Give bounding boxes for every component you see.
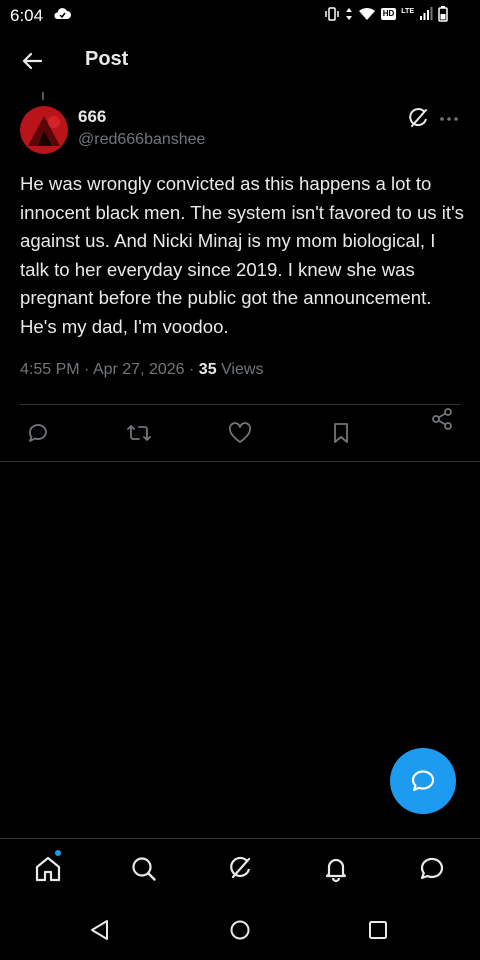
grok-button[interactable] xyxy=(405,106,431,132)
nav-home[interactable] xyxy=(32,850,64,885)
avatar[interactable] xyxy=(20,106,68,154)
square-recents-icon xyxy=(367,919,389,941)
chat-bubble-icon xyxy=(409,767,437,795)
bottom-nav xyxy=(0,838,480,901)
search-icon xyxy=(130,855,158,883)
grok-icon xyxy=(405,106,431,132)
data-arrows-icon xyxy=(345,7,353,21)
repost-button[interactable] xyxy=(125,419,153,447)
avatar-decoration xyxy=(42,92,44,100)
signal-icon xyxy=(419,7,433,21)
reply-icon xyxy=(26,421,50,445)
back-button[interactable] xyxy=(16,45,48,77)
nav-notifications[interactable] xyxy=(320,853,352,885)
views-label: Views xyxy=(221,361,264,378)
share-icon xyxy=(430,407,454,431)
bookmark-button[interactable] xyxy=(327,419,355,447)
post-meta: 4:55 PM · Apr 27, 2026 · 35 Views xyxy=(20,361,263,379)
page-title: Post xyxy=(85,48,129,70)
compose-reply-button[interactable] xyxy=(390,748,456,814)
post-time: 4:55 PM xyxy=(20,361,80,378)
status-time: 6:04 xyxy=(10,6,44,25)
heart-icon xyxy=(228,422,252,444)
share-button[interactable] xyxy=(428,405,456,433)
post-text: He was wrongly convicted as this happens… xyxy=(20,173,464,337)
user-handle[interactable]: @red666banshee xyxy=(78,131,205,149)
divider xyxy=(0,461,480,462)
more-button[interactable] xyxy=(438,108,460,130)
system-back-button[interactable] xyxy=(88,918,112,942)
battery-icon xyxy=(438,6,448,22)
circle-home-icon xyxy=(229,919,251,941)
vibrate-icon xyxy=(324,7,340,21)
nav-search[interactable] xyxy=(128,853,160,885)
wifi-icon xyxy=(358,7,376,21)
message-icon xyxy=(418,855,446,883)
divider xyxy=(20,404,460,405)
network-type: LTE xyxy=(401,7,414,15)
nav-grok[interactable] xyxy=(224,853,256,885)
more-horizontal-icon xyxy=(438,108,460,130)
views-count[interactable]: 35 xyxy=(199,361,217,378)
meta-separator: · xyxy=(84,361,90,378)
like-button[interactable] xyxy=(226,419,254,447)
post-date: Apr 27, 2026 xyxy=(92,361,185,378)
triangle-back-icon xyxy=(89,919,111,941)
meta-separator: · xyxy=(189,361,195,378)
status-bar: 6:04 HD LTE xyxy=(0,0,480,30)
cloud-notification-icon xyxy=(52,6,72,22)
status-icons: HD LTE xyxy=(324,6,448,22)
home-icon xyxy=(33,854,63,884)
arrow-left-icon xyxy=(22,52,42,70)
hd-badge: HD xyxy=(380,8,397,20)
grok-icon xyxy=(226,855,254,883)
notification-dot xyxy=(55,850,61,856)
repost-icon xyxy=(126,421,152,445)
nav-messages[interactable] xyxy=(416,853,448,885)
display-name[interactable]: 666 xyxy=(78,107,106,127)
system-home-button[interactable] xyxy=(228,918,252,942)
system-nav xyxy=(0,900,480,960)
bookmark-icon xyxy=(331,421,351,445)
system-recents-button[interactable] xyxy=(366,918,390,942)
reply-button[interactable] xyxy=(24,419,52,447)
bell-icon xyxy=(322,855,350,883)
